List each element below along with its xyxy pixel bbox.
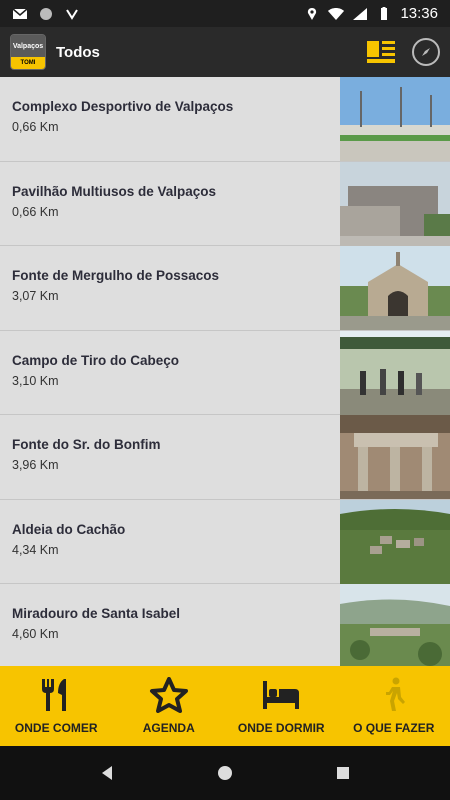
list-item[interactable]: Fonte de Mergulho de Possacos 3,07 Km [0,246,450,331]
place-thumbnail [340,499,450,584]
nav-label: ONDE DORMIR [237,721,325,735]
nav-onde-dormir[interactable]: ONDE DORMIR [225,666,338,746]
place-thumbnail [340,246,450,330]
place-thumbnail [340,415,450,499]
location-icon [308,7,317,20]
system-nav-bar [0,746,450,800]
home-icon[interactable] [216,764,234,782]
gmail-icon [12,7,28,19]
nav-label: AGENDA [142,721,195,735]
star-icon [149,677,188,713]
list-item[interactable]: Aldeia do Cachão 4,34 Km [0,499,450,584]
list-item[interactable]: Fonte do Sr. do Bonfim 3,96 Km [0,415,450,500]
list-item[interactable]: Campo de Tiro do Cabeço 3,10 Km [0,330,450,415]
place-distance: 3,10 Km [12,373,59,388]
place-thumbnail [340,77,450,161]
app-logo-brand: TOMI [11,57,45,69]
list-view-button[interactable] [366,40,396,64]
place-thumbnail [340,161,450,246]
place-thumbnail [340,584,450,666]
list-item[interactable]: Complexo Desportivo de Valpaços 0,66 Km [0,77,450,162]
food-icon [42,679,67,711]
list-item[interactable]: Pavilhão Multiusos de Valpaços 0,66 Km [0,161,450,246]
bottom-nav: ONDE COMER AGENDA ONDE DORMIR O QUE FAZE… [0,666,450,746]
place-distance: 0,66 Km [12,120,59,134]
nav-agenda[interactable]: AGENDA [113,666,226,746]
recents-icon[interactable] [334,764,352,782]
nav-onde-comer[interactable]: ONDE COMER [0,666,113,746]
back-icon[interactable] [98,764,116,782]
place-distance: 3,96 Km [12,458,59,472]
nav-label: O QUE FAZER [353,721,435,735]
map-view-button[interactable] [412,38,440,66]
place-distance: 0,66 Km [12,204,59,219]
place-name: Fonte de Mergulho de Possacos [12,268,220,283]
place-name: Fonte do Sr. do Bonfim [12,437,161,452]
places-list: Complexo Desportivo de Valpaços 0,66 Km … [0,77,450,666]
status-bar: 13:36 [0,0,450,27]
place-name: Complexo Desportivo de Valpaços [12,99,234,114]
place-thumbnail [340,330,450,415]
place-name: Campo de Tiro do Cabeço [12,352,180,368]
nav-o-que-fazer[interactable]: O QUE FAZER [338,666,450,746]
nav-label: ONDE COMER [14,721,98,735]
list-view-icon [367,41,395,63]
compass-icon [422,48,430,56]
signal-icon [353,7,368,20]
place-name: Aldeia do Cachão [12,521,126,537]
status-time: 13:36 [400,5,438,22]
place-distance: 3,07 Km [12,289,59,303]
page-title: Todos [56,43,100,61]
app-logo: Valpaços TOMI [10,34,46,70]
place-name: Pavilhão Multiusos de Valpaços [12,183,217,199]
app-logo-name: Valpaços [11,35,45,57]
circle-icon [40,7,52,20]
bed-icon [263,681,300,709]
place-distance: 4,34 Km [12,542,59,557]
wifi-icon [328,7,345,20]
app-bar: Valpaços TOMI Todos [0,27,450,77]
battery-icon [381,6,388,20]
download-icon [66,8,78,20]
place-distance: 4,60 Km [12,627,59,641]
list-item[interactable]: Miradouro de Santa Isabel 4,60 Km [0,584,450,666]
place-name: Miradouro de Santa Isabel [12,606,181,621]
walking-person-icon [385,677,405,711]
